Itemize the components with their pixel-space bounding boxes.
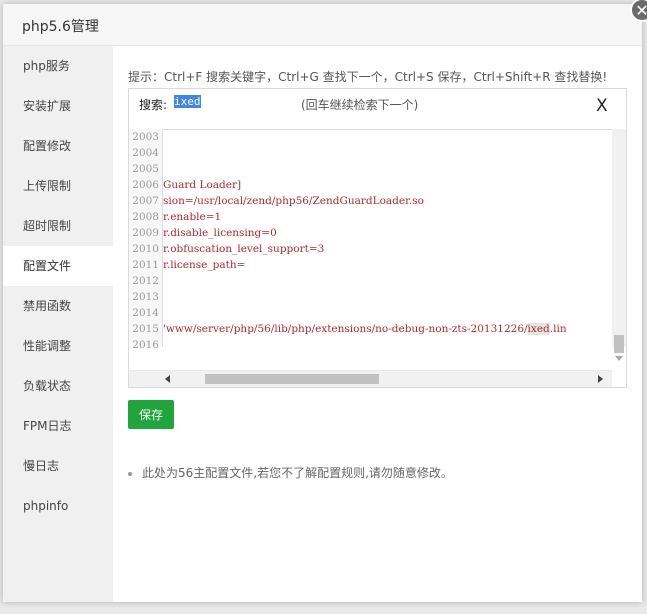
- sidebar-item-performance-tuning[interactable]: 性能调整: [3, 326, 113, 366]
- vertical-scrollbar[interactable]: [612, 129, 626, 361]
- line-number: 2006: [132, 179, 159, 191]
- code-line: r.obfuscation_level_support=3: [163, 243, 325, 255]
- search-input[interactable]: ixed: [174, 95, 284, 111]
- scroll-right-arrow-icon[interactable]: [598, 375, 603, 383]
- code-editor[interactable]: 搜索: ixed (回车继续检索下一个) X 2003 2004 2005 20…: [128, 88, 627, 388]
- line-number: 2013: [132, 291, 159, 303]
- vertical-scroll-thumb[interactable]: [614, 335, 624, 353]
- sidebar: php服务 安装扩展 配置修改 上传限制 超时限制 配置文件 禁用函数 性能调整…: [3, 46, 113, 602]
- php-manager-dialog: php5.6管理 php服务 安装扩展 配置修改 上传限制 超时限制 配置文件 …: [3, 0, 647, 602]
- shortcut-tip: 提示：Ctrl+F 搜索关键字，Ctrl+G 查找下一个，Ctrl+S 保存，C…: [128, 70, 608, 84]
- sidebar-item-php-service[interactable]: php服务: [3, 46, 113, 86]
- save-button[interactable]: 保存: [128, 400, 174, 429]
- config-file-panel: 提示：Ctrl+F 搜索关键字，Ctrl+G 查找下一个，Ctrl+S 保存，C…: [113, 46, 642, 602]
- code-line: sion=/usr/local/zend/php56/ZendGuardLoad…: [163, 195, 425, 207]
- search-bar: 搜索: ixed (回车继续检索下一个) X: [129, 89, 626, 130]
- code-line: r.enable=1: [163, 211, 222, 223]
- code-line-with-match: 'www/server/php/56/lib/php/extensions/no…: [163, 321, 567, 337]
- code-text-area[interactable]: Guard Loader] sion=/usr/local/zend/php56…: [163, 129, 612, 347]
- dialog-title: php5.6管理: [22, 19, 99, 35]
- search-input-value: ixed: [174, 95, 201, 108]
- config-note-text: 此处为56主配置文件,若您不了解配置规则,请勿随意修改。: [142, 466, 453, 480]
- line-number: 2008: [132, 211, 159, 223]
- config-note: 此处为56主配置文件,若您不了解配置规则,请勿随意修改。: [128, 464, 453, 481]
- search-hint: (回车继续检索下一个): [301, 98, 419, 112]
- sidebar-item-config-modify[interactable]: 配置修改: [3, 126, 113, 166]
- scroll-left-arrow-icon[interactable]: [165, 375, 170, 383]
- horizontal-scrollbar[interactable]: [129, 370, 612, 387]
- sidebar-item-load-status[interactable]: 负载状态: [3, 366, 113, 406]
- sidebar-item-timeout-limit[interactable]: 超时限制: [3, 206, 113, 246]
- line-number: 2003: [132, 131, 159, 143]
- code-line: r.disable_licensing=0: [163, 227, 277, 239]
- line-number: 2014: [132, 307, 159, 319]
- code-line-tail: .lin: [549, 323, 567, 335]
- sidebar-item-slow-log[interactable]: 慢日志: [3, 446, 113, 486]
- dialog-titlebar: php5.6管理: [3, 4, 642, 46]
- line-number-gutter: 2003 2004 2005 2006 2007 2008 2009 2010 …: [129, 129, 163, 351]
- sidebar-item-config-file[interactable]: 配置文件: [3, 246, 113, 286]
- bullet-icon: [128, 471, 132, 476]
- search-close-button[interactable]: X: [596, 96, 608, 116]
- line-number: 2010: [132, 243, 159, 255]
- sidebar-item-phpinfo[interactable]: phpinfo: [3, 486, 113, 526]
- sidebar-item-upload-limit[interactable]: 上传限制: [3, 166, 113, 206]
- line-number: 2004: [132, 147, 159, 159]
- line-number: 2011: [132, 259, 159, 271]
- sidebar-item-install-extensions[interactable]: 安装扩展: [3, 86, 113, 126]
- code-line: Guard Loader]: [163, 179, 242, 191]
- line-number: 2012: [132, 275, 159, 287]
- sidebar-item-disabled-functions[interactable]: 禁用函数: [3, 286, 113, 326]
- code-line: r.license_path=: [163, 259, 246, 271]
- search-match-highlight: ixed: [527, 323, 550, 335]
- code-line-text: 'www/server/php/56/lib/php/extensions/no…: [163, 323, 528, 335]
- horizontal-scroll-thumb[interactable]: [205, 374, 379, 384]
- line-number: 2015: [132, 323, 159, 335]
- line-number: 2009: [132, 227, 159, 239]
- sidebar-item-fpm-log[interactable]: FPM日志: [3, 406, 113, 446]
- line-number: 2007: [132, 195, 159, 207]
- line-number: 2005: [132, 163, 159, 175]
- scroll-down-arrow-icon[interactable]: [615, 356, 623, 361]
- line-number: 2016: [132, 339, 159, 351]
- search-label: 搜索:: [139, 98, 168, 112]
